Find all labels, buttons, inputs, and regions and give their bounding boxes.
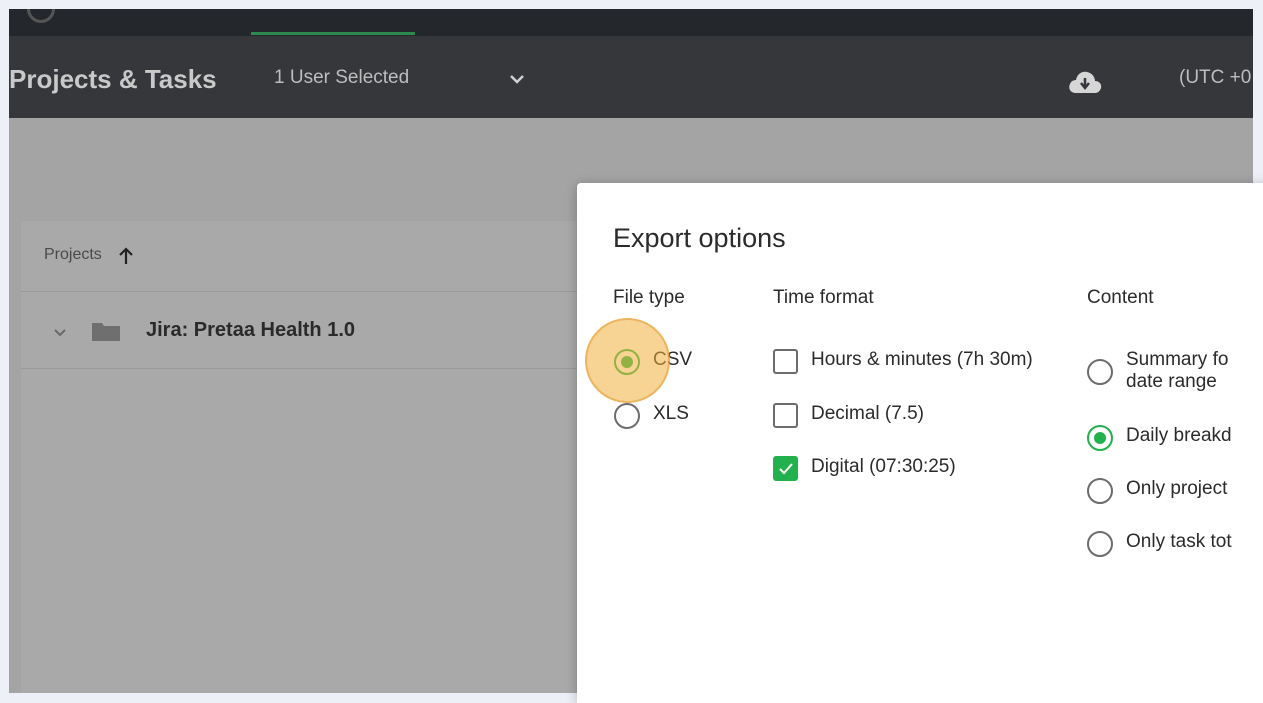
option-label-line1: Summary fo xyxy=(1126,349,1229,370)
time-format-option-digital[interactable]: Digital (07:30:25) xyxy=(773,456,956,481)
dialog-title: Export options xyxy=(613,223,786,253)
checkmark-icon xyxy=(779,463,793,475)
time-format-title: Time format xyxy=(773,287,874,308)
option-label: Hours & minutes (7h 30m) xyxy=(811,349,1033,370)
checkbox-hours-minutes[interactable] xyxy=(773,349,798,374)
option-label-line2: date range xyxy=(1126,371,1217,392)
option-label: XLS xyxy=(653,403,689,424)
radio-project-totals[interactable] xyxy=(1087,478,1113,504)
chevron-expand-icon[interactable] xyxy=(53,325,67,343)
page-header: Projects & Tasks 1 User Selected (UTC +0 xyxy=(9,36,1253,118)
radio-summary[interactable] xyxy=(1087,359,1113,385)
radio-xls[interactable] xyxy=(614,403,640,429)
content-option-summary[interactable]: Summary fo date range xyxy=(1087,349,1228,393)
app-logo-icon[interactable] xyxy=(27,9,55,23)
project-name[interactable]: Jira: Pretaa Health 1.0 xyxy=(146,319,355,342)
page-title: Projects & Tasks xyxy=(9,64,217,94)
click-highlight xyxy=(585,318,670,403)
content-option-daily-breakdown[interactable]: Daily breakd xyxy=(1087,425,1232,451)
timezone-selector[interactable]: (UTC +0 xyxy=(1179,67,1251,89)
radio-daily-breakdown[interactable] xyxy=(1087,425,1113,451)
checkbox-decimal[interactable] xyxy=(773,403,798,428)
table-row[interactable]: Jira: Pretaa Health 1.0 xyxy=(21,292,621,369)
export-options-dialog: Export options File type CSV XLS Time fo… xyxy=(577,183,1263,703)
column-header-projects[interactable]: Projects xyxy=(44,246,102,264)
time-format-option-hours-minutes[interactable]: Hours & minutes (7h 30m) xyxy=(773,349,1033,374)
active-tab-indicator xyxy=(251,32,415,35)
user-selector[interactable]: 1 User Selected xyxy=(274,67,409,89)
content-option-project-totals[interactable]: Only project xyxy=(1087,478,1227,504)
chevron-down-icon[interactable] xyxy=(509,72,525,90)
option-label: Digital (07:30:25) xyxy=(811,456,956,477)
content-title: Content xyxy=(1087,287,1154,308)
checkbox-digital[interactable] xyxy=(773,456,798,481)
cloud-download-icon[interactable] xyxy=(1067,69,1103,100)
option-label: Only task tot xyxy=(1126,531,1232,552)
option-label: Daily breakd xyxy=(1126,425,1232,446)
option-label: Summary fo date range xyxy=(1126,349,1228,393)
option-label: Decimal (7.5) xyxy=(811,403,924,424)
file-type-option-xls[interactable]: XLS xyxy=(614,403,689,429)
file-type-title: File type xyxy=(613,287,685,308)
table-header: Projects xyxy=(21,221,621,292)
radio-task-totals[interactable] xyxy=(1087,531,1113,557)
sort-arrow-up-icon[interactable] xyxy=(118,247,134,270)
content-option-task-totals[interactable]: Only task tot xyxy=(1087,531,1232,557)
option-label: Only project xyxy=(1126,478,1228,499)
projects-table: Projects Jira: Pretaa Health 1.0 xyxy=(21,221,621,693)
time-format-option-decimal[interactable]: Decimal (7.5) xyxy=(773,403,924,428)
folder-icon xyxy=(91,320,121,347)
top-bar xyxy=(9,9,1253,36)
